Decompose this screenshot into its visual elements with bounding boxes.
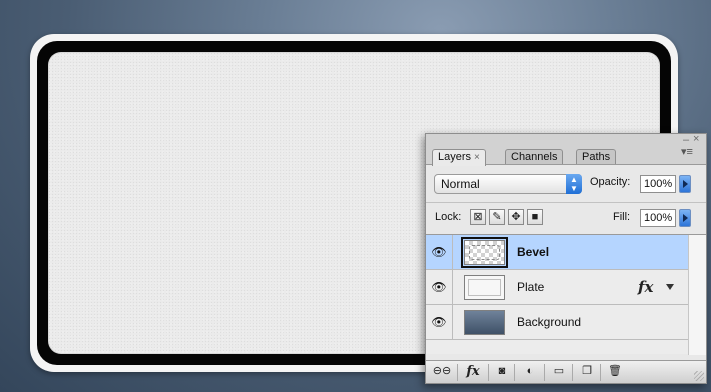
layers-scrollbar[interactable] bbox=[688, 235, 706, 355]
layer-row-background[interactable]: 👁 Background bbox=[426, 305, 688, 340]
tab-close-icon[interactable]: × bbox=[474, 152, 480, 163]
trash-icon[interactable]: 🗑 bbox=[604, 364, 626, 381]
eye-icon[interactable]: 👁 bbox=[426, 305, 453, 339]
fill-input[interactable]: 100% bbox=[640, 209, 676, 227]
opacity-input[interactable]: 100% bbox=[640, 175, 676, 193]
opacity-slider-arrow-icon[interactable] bbox=[679, 175, 691, 193]
panel-titlebar[interactable]: Layers × Channels Paths – × ▾≡ bbox=[426, 134, 706, 166]
add-layer-style-icon[interactable]: fx bbox=[460, 364, 486, 381]
layers-bottom-toolbar: ⊖⊖ fx ◙ ◐ ▭ ❐ 🗑 bbox=[426, 360, 706, 383]
lock-position-icon[interactable]: ✥ bbox=[508, 209, 524, 225]
lock-image-pixels-icon[interactable]: ✎ bbox=[489, 209, 505, 225]
expand-effects-arrow-icon[interactable] bbox=[666, 284, 674, 290]
select-arrows-icon: ▲ ▼ bbox=[566, 174, 582, 194]
lock-transparent-pixels-icon[interactable]: ⊠ bbox=[470, 209, 486, 225]
close-icon[interactable]: × bbox=[693, 134, 699, 145]
layers-list: 👁 Bevel 👁 Plate fx 👁 Background bbox=[426, 234, 706, 355]
toolbar-divider bbox=[488, 364, 489, 381]
adjustment-layer-icon[interactable]: ◐ bbox=[518, 364, 542, 381]
fill-slider-arrow-icon[interactable] bbox=[679, 209, 691, 227]
tab-channels-label: Channels bbox=[511, 151, 558, 163]
layer-name[interactable]: Plate bbox=[517, 270, 544, 304]
tab-paths-label: Paths bbox=[582, 151, 611, 163]
layers-panel: Layers × Channels Paths – × ▾≡ Normal ▲ ▼ … bbox=[425, 133, 707, 384]
panel-menu-icon[interactable]: ▾≡ bbox=[681, 147, 693, 158]
layer-row-plate[interactable]: 👁 Plate fx bbox=[426, 270, 688, 305]
layer-thumbnail[interactable] bbox=[464, 310, 505, 335]
blend-row: Normal ▲ ▼ Opacity: 100% bbox=[426, 164, 706, 202]
toolbar-divider bbox=[544, 364, 545, 381]
eye-icon[interactable]: 👁 bbox=[426, 270, 453, 304]
eye-icon[interactable]: 👁 bbox=[426, 235, 453, 269]
blend-mode-select[interactable]: Normal ▲ ▼ bbox=[434, 174, 582, 194]
blend-mode-value: Normal bbox=[441, 177, 480, 191]
link-layers-icon[interactable]: ⊖⊖ bbox=[430, 364, 454, 381]
lock-all-icon[interactable]: ■ bbox=[527, 209, 543, 225]
tab-layers-label: Layers bbox=[438, 151, 472, 163]
add-mask-icon[interactable]: ◙ bbox=[492, 364, 512, 381]
layer-name[interactable]: Bevel bbox=[517, 235, 549, 269]
resize-grip-icon[interactable] bbox=[694, 371, 704, 381]
lock-row: Lock: ⊠ ✎ ✥ ■ Fill: 100% bbox=[426, 202, 706, 234]
toolbar-divider bbox=[572, 364, 573, 381]
toolbar-divider bbox=[457, 364, 458, 381]
tab-channels[interactable]: Channels bbox=[505, 149, 564, 165]
toolbar-divider bbox=[514, 364, 515, 381]
tab-layers[interactable]: Layers × bbox=[432, 149, 486, 166]
layer-row-bevel[interactable]: 👁 Bevel bbox=[426, 235, 688, 270]
layer-thumbnail[interactable] bbox=[464, 275, 505, 300]
new-layer-icon[interactable]: ❐ bbox=[576, 364, 598, 381]
new-group-icon[interactable]: ▭ bbox=[548, 364, 570, 381]
minimize-icon[interactable]: – bbox=[683, 135, 689, 146]
lock-label: Lock: bbox=[435, 211, 462, 223]
opacity-label: Opacity: bbox=[590, 176, 631, 188]
tab-paths[interactable]: Paths bbox=[576, 149, 617, 165]
toolbar-divider bbox=[600, 364, 601, 381]
layer-thumbnail[interactable] bbox=[461, 237, 508, 268]
fill-label: Fill: bbox=[613, 211, 631, 223]
fx-icon[interactable]: fx bbox=[638, 270, 653, 304]
layer-name[interactable]: Background bbox=[517, 305, 581, 339]
